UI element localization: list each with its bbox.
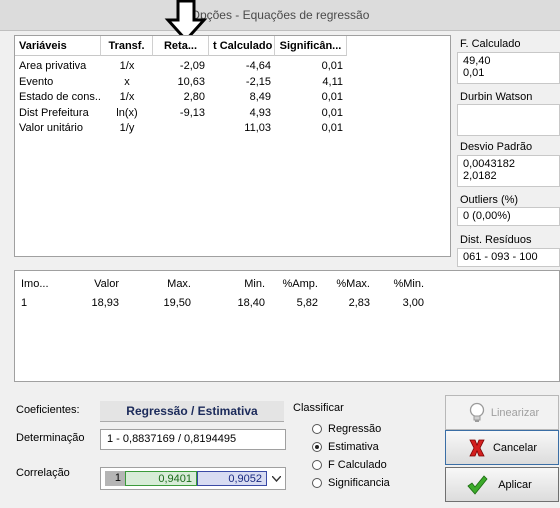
outliers-box: 0 (0,00%)	[457, 207, 560, 226]
residuals-table[interactable]: Imo... Valor Max. Min. %Amp. %Max. %Min. 1 18,93…	[14, 270, 560, 382]
window-title: Opções - Equações de regressão	[190, 8, 370, 22]
table-cell: 2,80	[183, 91, 205, 103]
cancelar-button[interactable]: Cancelar	[445, 430, 559, 465]
column-header[interactable]: Reta...	[153, 36, 209, 56]
radio-label-regressao: Regressão	[328, 423, 382, 435]
table-cell: 19,50	[163, 297, 191, 309]
f-calculado-value-1: 49,40	[463, 55, 491, 67]
dist-residuos-label: Dist. Resíduos	[460, 234, 532, 246]
desvio-padrao-value-1: 0,0043182	[463, 158, 515, 170]
coeficientes-label: Coeficientes:	[16, 404, 80, 416]
radio-dot	[312, 478, 322, 488]
regression-table[interactable]: Variáveis Transf. Reta... t Calculado Signif…	[14, 35, 451, 257]
table-cell: -4,64	[245, 60, 271, 72]
correlacao-label: Correlação	[16, 467, 70, 479]
table-cell: -2,09	[179, 60, 205, 72]
table-cell: Evento	[19, 75, 54, 88]
aplicar-label: Aplicar	[498, 478, 532, 491]
green-check-icon	[467, 475, 488, 495]
column-header[interactable]: t Calculado	[209, 36, 275, 56]
correlacao-value-3: 0,9052	[197, 471, 267, 486]
table-cell: 0,01	[321, 91, 343, 103]
correlacao-value-2: 0,9401	[125, 471, 197, 486]
f-calculado-value-2: 0,01	[463, 67, 485, 79]
dist-residuos-box: 061 - 093 - 100	[457, 248, 560, 267]
table-cell: 8,49	[249, 91, 271, 103]
column-header[interactable]: Variáveis	[15, 36, 101, 56]
table-cell: 10,63	[177, 75, 205, 88]
desvio-padrao-box: 0,0043182 2,0182	[457, 155, 560, 187]
desvio-padrao-label: Desvio Padrão	[460, 141, 533, 153]
determinacao-field[interactable]: 1 - 0,8837169 / 0,8194495	[100, 429, 286, 450]
tab-regressao-estimativa[interactable]: Regressão / Estimativa	[100, 401, 284, 422]
title-bar: Opções - Equações de regressão	[0, 0, 560, 31]
classificar-title: Classificar	[293, 402, 344, 414]
column-header[interactable]: Max.	[131, 277, 191, 292]
table-cell: 1/x	[119, 91, 135, 103]
table-cell: 2,83	[348, 297, 370, 309]
table-cell: ln(x)	[116, 106, 138, 119]
table-cell: 5,82	[296, 297, 318, 309]
linearizar-button[interactable]: Linearizar	[445, 395, 559, 430]
radio-dot	[312, 424, 322, 434]
table-cell: 0,01	[321, 122, 343, 134]
radio-label-estimativa: Estimativa	[328, 441, 379, 453]
column-header[interactable]: %Max.	[310, 277, 370, 292]
table-cell: 0,01	[321, 60, 343, 72]
table-cell: 4,11	[322, 75, 343, 88]
column-header[interactable]: %Amp.	[258, 277, 318, 292]
column-header[interactable]: Min.	[205, 277, 265, 292]
table-cell: -9,13	[179, 106, 205, 119]
table-cell: 1	[21, 297, 28, 309]
radio-regressao[interactable]: Regressão	[312, 422, 381, 436]
chevron-down-icon[interactable]	[272, 476, 281, 482]
durbin-watson-box	[457, 104, 560, 136]
table-cell: 18,40	[237, 297, 265, 309]
radio-label-f-calculado: F Calculado	[328, 459, 387, 471]
radio-dot	[312, 460, 322, 470]
table-cell: 11,03	[244, 122, 271, 134]
aplicar-button[interactable]: Aplicar	[445, 467, 559, 502]
determinacao-label: Determinação	[16, 432, 85, 444]
f-calculado-label: F. Calculado	[460, 38, 521, 50]
column-header[interactable]: %Min.	[364, 277, 424, 292]
radio-f-calculado[interactable]: F Calculado	[312, 458, 387, 472]
desvio-padrao-value-2: 2,0182	[463, 170, 497, 182]
column-header[interactable]: Valor	[59, 277, 119, 292]
cancelar-label: Cancelar	[492, 441, 538, 454]
outliers-label: Outliers (%)	[460, 194, 519, 206]
correlacao-value-1: 1	[105, 471, 125, 486]
correlacao-combo[interactable]: 1 0,9401 0,9052	[100, 467, 286, 490]
durbin-watson-label: Durbin Watson	[460, 91, 533, 103]
column-header[interactable]: Imo...	[21, 277, 61, 292]
radio-label-significancia: Significancia	[328, 477, 390, 489]
table-cell: 18,93	[91, 297, 119, 309]
radio-significancia[interactable]: Significancia	[312, 476, 390, 490]
table-cell: x	[124, 75, 130, 88]
linearizar-label: Linearizar	[490, 406, 540, 419]
table-cell: -2,15	[245, 75, 271, 88]
lightbulb-icon	[469, 402, 485, 422]
dist-residuos-value: 061 - 093 - 100	[463, 251, 538, 263]
radio-dot-selected	[312, 442, 322, 452]
column-header[interactable]: Transf.	[101, 36, 153, 56]
table-cell: 1/y	[119, 122, 135, 134]
table-cell: 1/x	[119, 60, 135, 72]
table-cell: Area privativa	[19, 60, 87, 72]
radio-estimativa[interactable]: Estimativa	[312, 440, 379, 454]
table-cell: Valor unitário	[19, 122, 83, 134]
f-calculado-box: 49,40 0,01	[457, 52, 560, 84]
table-cell: 0,01	[321, 106, 343, 119]
table-cell	[153, 121, 209, 136]
outliers-value: 0 (0,00%)	[463, 210, 511, 222]
table-cell: 4,93	[249, 106, 271, 119]
red-x-icon	[469, 439, 485, 457]
column-header[interactable]: Significân...	[275, 36, 347, 56]
table-cell: 3,00	[402, 297, 424, 309]
table-cell: Estado de cons...	[19, 91, 101, 103]
table-cell: Dist Prefeitura	[19, 106, 89, 119]
